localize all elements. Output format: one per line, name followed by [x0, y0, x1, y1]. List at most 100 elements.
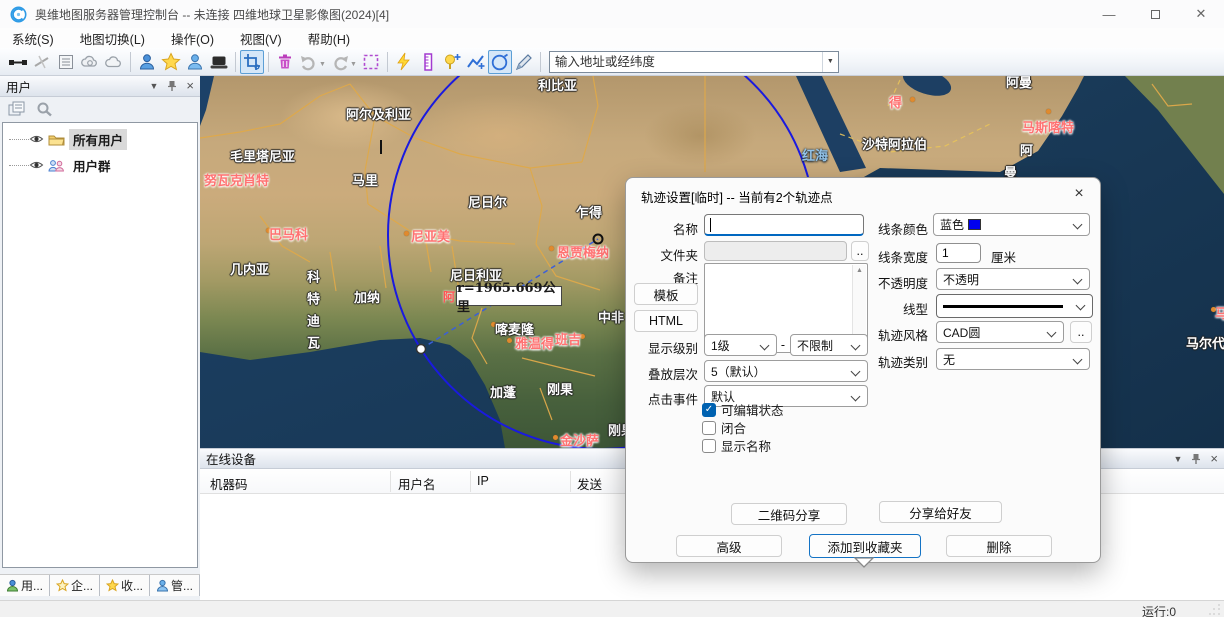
form-list-icon[interactable]: [54, 50, 78, 74]
pin-icon[interactable]: [1191, 453, 1201, 465]
track-style-combo[interactable]: CAD圆: [936, 321, 1064, 343]
menu-help[interactable]: 帮助(H): [308, 29, 350, 48]
checkbox-label: 闭合: [721, 418, 746, 437]
opacity-combo[interactable]: 不透明: [936, 268, 1090, 290]
share-friend-button[interactable]: 分享给好友: [879, 501, 1002, 523]
menu-system[interactable]: 系统(S): [12, 29, 54, 48]
undo-icon[interactable]: [297, 50, 321, 74]
crop-region-icon[interactable]: [240, 50, 264, 74]
tree-item-label: 所有用户: [69, 129, 127, 150]
draw-freehand-icon[interactable]: [512, 50, 536, 74]
tree-item-user-groups[interactable]: 用户群: [3, 155, 197, 175]
panel-close-icon[interactable]: ×: [1210, 454, 1218, 464]
track-category-combo[interactable]: 无: [936, 348, 1090, 370]
menu-view[interactable]: 视图(V): [240, 29, 282, 48]
pin-icon[interactable]: [167, 80, 177, 92]
select-rect-icon[interactable]: [359, 50, 383, 74]
column-username[interactable]: 用户名: [398, 474, 436, 493]
favorite-star-icon[interactable]: [159, 50, 183, 74]
line-style-swatch: [943, 305, 1063, 308]
redo-icon[interactable]: [328, 50, 352, 74]
column-ip[interactable]: IP: [477, 474, 489, 488]
html-button[interactable]: HTML: [634, 310, 698, 332]
line-type-combo[interactable]: [936, 294, 1093, 318]
connect-icon[interactable]: [6, 50, 30, 74]
undo-dropdown-icon[interactable]: ▼: [319, 61, 326, 68]
level-separator: -: [779, 338, 787, 352]
column-send[interactable]: 发送: [577, 474, 602, 493]
city-label: 马斯喀特: [1022, 117, 1074, 136]
country-label: 毛里塔尼亚: [230, 146, 295, 165]
city-label: 马: [1215, 303, 1224, 322]
tab-label: 企...: [71, 577, 93, 594]
menu-operate[interactable]: 操作(O): [171, 29, 214, 48]
folder-input[interactable]: [704, 241, 847, 261]
zorder-combo[interactable]: 5（默认）: [704, 360, 868, 382]
city-dot: [404, 231, 409, 236]
tree-item-all-users[interactable]: 所有用户: [3, 129, 197, 149]
country-label: 利比亚: [538, 76, 577, 94]
visibility-eye-icon[interactable]: [29, 133, 44, 145]
disconnect-icon[interactable]: [30, 50, 54, 74]
ruler-icon[interactable]: [416, 50, 440, 74]
city-label: 得: [889, 92, 902, 111]
text-cursor: [380, 140, 382, 154]
track-style-browse-button[interactable]: ..: [1070, 321, 1092, 343]
checkbox-unchecked-icon[interactable]: [702, 439, 716, 453]
tab-label: 用...: [21, 577, 43, 594]
add-placemark-icon[interactable]: [440, 50, 464, 74]
tab-enterprise[interactable]: 企...: [50, 575, 100, 596]
address-dropdown-icon[interactable]: ▼: [822, 52, 838, 72]
city-label: 恩贾梅纳: [557, 242, 609, 261]
panel-close-icon[interactable]: ×: [186, 81, 194, 91]
level-from-combo[interactable]: 1级: [704, 334, 777, 356]
tab-users[interactable]: 用...: [0, 575, 50, 596]
closed-row[interactable]: 闭合: [702, 418, 746, 437]
user2-icon[interactable]: [183, 50, 207, 74]
tab-favorites[interactable]: 收...: [100, 575, 150, 596]
name-input[interactable]: [704, 214, 864, 236]
address-input[interactable]: [550, 53, 822, 71]
maximize-button[interactable]: [1132, 0, 1178, 28]
cloud-sync-icon[interactable]: [78, 50, 102, 74]
lightning-icon[interactable]: [392, 50, 416, 74]
checkbox-checked-icon[interactable]: ✓: [702, 403, 716, 417]
tab-admin[interactable]: 管...: [150, 575, 200, 596]
resize-grip[interactable]: [1209, 604, 1221, 616]
country-label: 几内亚: [230, 259, 269, 278]
cloud-icon[interactable]: [102, 50, 126, 74]
close-button[interactable]: ✕: [1178, 0, 1224, 28]
user-panel-title: 用户: [6, 77, 149, 96]
city-label: 班吉: [555, 329, 581, 348]
delete-button[interactable]: 删除: [946, 535, 1052, 557]
show-name-row[interactable]: 显示名称: [702, 436, 771, 455]
visibility-eye-icon[interactable]: [29, 159, 44, 171]
line-color-combo[interactable]: 蓝色: [933, 213, 1090, 236]
scroll-up-icon[interactable]: ▲: [856, 267, 863, 274]
search-icon[interactable]: [36, 101, 53, 117]
add-favorite-button[interactable]: 添加到收藏夹: [809, 534, 921, 558]
dialog-close-icon[interactable]: ×: [1068, 183, 1090, 205]
advanced-button[interactable]: 高级: [676, 535, 782, 557]
redo-dropdown-icon[interactable]: ▼: [350, 61, 357, 68]
city-dot: [553, 435, 558, 440]
trash-icon[interactable]: [273, 50, 297, 74]
column-machine-code[interactable]: 机器码: [210, 474, 248, 493]
qr-share-button[interactable]: 二维码分享: [731, 503, 847, 525]
dialog-expand-icon[interactable]: [853, 556, 875, 569]
template-button[interactable]: 模板: [634, 283, 698, 305]
editable-state-row[interactable]: ✓ 可编辑状态: [702, 400, 784, 419]
device-icon[interactable]: [207, 50, 231, 74]
batch-icon[interactable]: [8, 101, 26, 117]
panel-menu-icon[interactable]: ▼: [1173, 454, 1182, 464]
level-to-combo[interactable]: 不限制: [790, 334, 868, 356]
panel-menu-icon[interactable]: ▼: [149, 81, 158, 91]
folder-browse-button[interactable]: ..: [851, 241, 869, 261]
minimize-button[interactable]: —: [1086, 0, 1132, 28]
menu-map-switch[interactable]: 地图切换(L): [80, 29, 145, 48]
user-icon[interactable]: [135, 50, 159, 74]
checkbox-unchecked-icon[interactable]: [702, 421, 716, 435]
draw-circle-icon[interactable]: [488, 50, 512, 74]
add-track-icon[interactable]: [464, 50, 488, 74]
line-width-input[interactable]: [936, 243, 981, 263]
